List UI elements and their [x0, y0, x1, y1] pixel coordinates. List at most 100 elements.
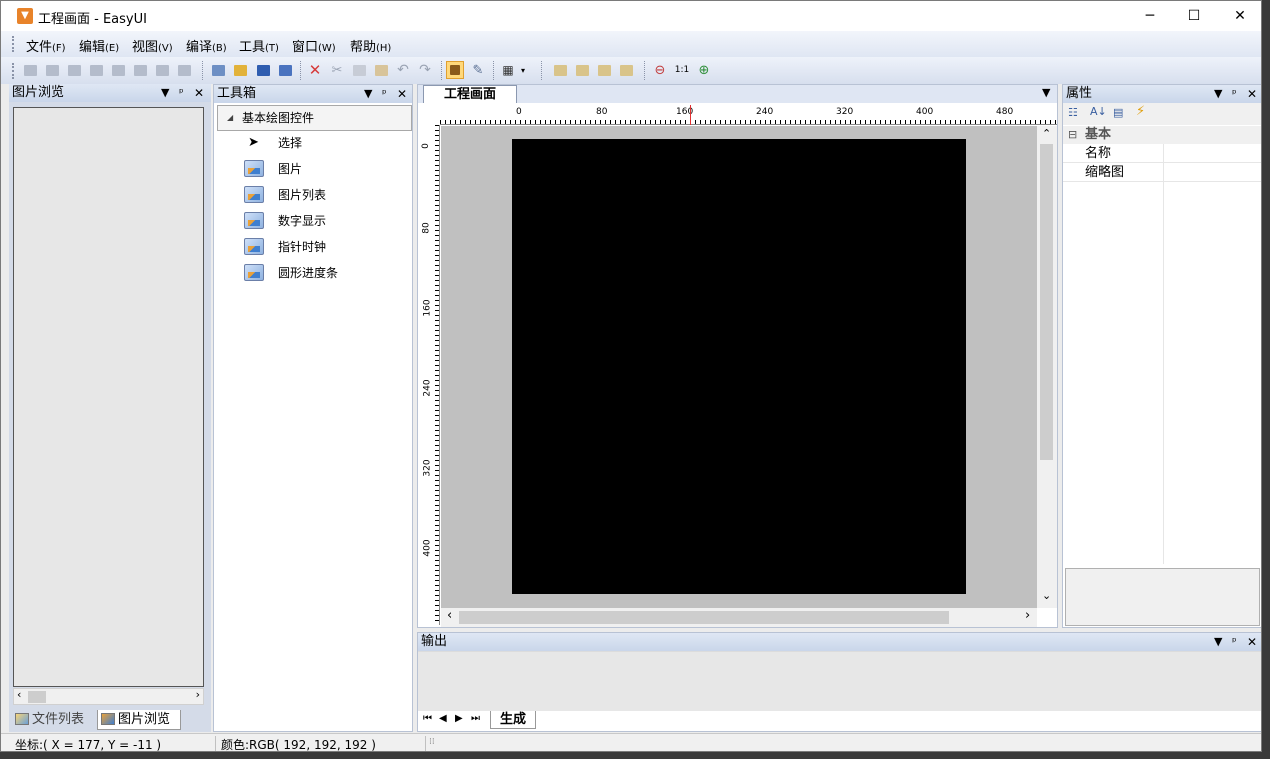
menu-window[interactable]: 窗口(W) [292, 36, 336, 55]
output-pin-icon[interactable]: ᵖ [1232, 633, 1237, 651]
file-list-icon [15, 713, 29, 725]
delete-icon[interactable]: ✕ [306, 61, 324, 79]
undo-icon[interactable]: ↶ [394, 61, 412, 79]
close-button[interactable]: ✕ [1217, 1, 1261, 31]
picture-icon [244, 212, 264, 229]
paste-icon[interactable] [372, 61, 390, 79]
grid-dropdown-icon[interactable]: ▾ [517, 61, 529, 79]
toolbox-category[interactable]: 基本绘图控件 [217, 105, 412, 131]
grid-icon[interactable]: ▦ [499, 61, 517, 79]
scroll-thumb[interactable] [28, 691, 46, 703]
document-dropdown-icon[interactable]: ▼ [1042, 86, 1050, 99]
property-row-thumbnail[interactable]: 缩略图 [1063, 163, 1261, 182]
hscroll-left-icon[interactable]: ‹ [447, 608, 452, 623]
align-middle-icon[interactable] [109, 61, 127, 79]
maximize-button[interactable]: ☐ [1171, 1, 1217, 31]
cut-icon[interactable]: ✂ [328, 61, 346, 79]
scroll-left-icon[interactable]: ‹ [17, 688, 21, 701]
tab-build[interactable]: 生成 [490, 711, 536, 729]
last-page-icon[interactable]: ⏭ [471, 713, 480, 724]
properties-menu-icon[interactable]: ▼ [1214, 85, 1222, 103]
zoom-out-icon[interactable]: ⊖ [651, 61, 669, 79]
properties-tool-icon[interactable]: ✎ [469, 61, 487, 79]
align-bottom-icon[interactable] [87, 61, 105, 79]
align-left-icon[interactable] [21, 61, 39, 79]
menu-tools[interactable]: 工具(T) [239, 36, 279, 55]
menu-view[interactable]: 视图(V) [132, 36, 173, 55]
send-backward-icon[interactable] [617, 61, 635, 79]
tool-image-list[interactable]: 图片列表 [244, 185, 326, 205]
sort-az-icon[interactable]: A↓ [1090, 105, 1107, 118]
property-pages-icon[interactable]: ▤ [1113, 106, 1123, 119]
tool-select[interactable]: ➤ 选择 [244, 133, 302, 153]
menu-help[interactable]: 帮助(H) [350, 36, 391, 55]
toolbox-pin-icon[interactable]: ᵖ [382, 85, 387, 103]
zoom-actual-icon[interactable]: 1:1 [673, 61, 691, 79]
distribute-h-icon[interactable] [153, 61, 171, 79]
properties-pin-icon[interactable]: ᵖ [1232, 85, 1237, 103]
canvas-hscroll[interactable]: ‹ › [441, 608, 1037, 627]
send-back-icon[interactable] [573, 61, 591, 79]
align-center-icon[interactable] [43, 61, 61, 79]
tool-circular-progress[interactable]: 圆形进度条 [244, 263, 338, 283]
prev-page-icon[interactable]: ◀ [439, 713, 447, 724]
copy-icon[interactable] [350, 61, 368, 79]
save-icon[interactable] [254, 61, 272, 79]
bring-forward-icon[interactable] [595, 61, 613, 79]
properties-close-icon[interactable]: ✕ [1247, 85, 1257, 103]
image-browser-title: 图片浏览 [12, 85, 65, 100]
hscroll-thumb[interactable] [459, 611, 949, 624]
redo-icon[interactable]: ↷ [416, 61, 434, 79]
open-file-icon[interactable] [231, 61, 249, 79]
zoom-in-icon[interactable]: ⊕ [695, 61, 713, 79]
pointer-mode-icon[interactable] [446, 61, 464, 79]
tool-clock[interactable]: 指针时钟 [244, 237, 326, 257]
menu-file[interactable]: 文件(F) [26, 36, 66, 55]
output-close-icon[interactable]: ✕ [1247, 633, 1257, 651]
scroll-down-icon[interactable]: ⌄ [1042, 589, 1051, 602]
distribute-v-icon[interactable] [175, 61, 193, 79]
resize-grip-icon[interactable]: ⁞⁞ [429, 737, 435, 747]
categorized-icon[interactable]: ☷ [1068, 106, 1078, 119]
scroll-right-icon[interactable]: › [196, 688, 200, 701]
status-color: 颜色:RGB( 192, 192, 192 ) [221, 738, 376, 752]
status-coordinates: 坐标:( X = 177, Y = -11 ) [15, 738, 162, 752]
design-surface[interactable] [441, 126, 1037, 608]
toolbox-menu-icon[interactable]: ▼ [364, 85, 372, 103]
canvas-vscroll[interactable]: ⌃ ⌄ [1037, 126, 1057, 608]
image-preview-area [13, 107, 204, 687]
scroll-up-icon[interactable]: ⌃ [1042, 127, 1051, 140]
properties-toolbar: ☷ A↓ ▤ ⚡ [1063, 103, 1261, 125]
tool-digital-display[interactable]: 数字显示 [244, 211, 326, 231]
tab-file-list[interactable]: 文件列表 [12, 710, 94, 729]
screen-canvas[interactable] [512, 139, 966, 594]
vscroll-thumb[interactable] [1040, 144, 1053, 460]
output-menu-icon[interactable]: ▼ [1214, 633, 1222, 651]
menu-bar: 文件(F) 编辑(E) 视图(V) 编译(B) 工具(T) 窗口(W) 帮助(H… [1, 31, 1261, 57]
panel-menu-icon[interactable]: ▼ [161, 84, 169, 102]
document-area: 工程画面 ▼ 0 80 160 240 320 400 480 0 80 160… [417, 84, 1058, 628]
image-browser-hscroll[interactable]: ‹ › [13, 688, 204, 705]
panel-close-icon[interactable]: ✕ [194, 84, 204, 102]
bring-front-icon[interactable] [551, 61, 569, 79]
align-top-icon[interactable] [131, 61, 149, 79]
first-page-icon[interactable]: ⏮ [423, 713, 432, 724]
align-right-icon[interactable] [65, 61, 83, 79]
tool-image[interactable]: 图片 [244, 159, 302, 179]
tab-image-browse[interactable]: 图片浏览 [97, 710, 181, 730]
property-row-name[interactable]: 名称 [1063, 144, 1261, 163]
toolbox-close-icon[interactable]: ✕ [397, 85, 407, 103]
save-all-icon[interactable] [276, 61, 294, 79]
property-category-basic[interactable]: ⊟ 基本 [1063, 126, 1261, 144]
events-lightning-icon[interactable]: ⚡ [1136, 104, 1145, 119]
tab-project-screen[interactable]: 工程画面 [423, 85, 517, 103]
menu-edit[interactable]: 编辑(E) [79, 36, 119, 55]
hscroll-right-icon[interactable]: › [1025, 608, 1030, 623]
new-file-icon[interactable] [209, 61, 227, 79]
menu-grip [12, 36, 14, 52]
pin-icon[interactable]: ᵖ [179, 84, 184, 102]
collapse-icon[interactable]: ⊟ [1068, 126, 1077, 144]
minimize-button[interactable]: ─ [1127, 1, 1173, 31]
menu-compile[interactable]: 编译(B) [186, 36, 227, 55]
next-page-icon[interactable]: ▶ [455, 713, 463, 724]
